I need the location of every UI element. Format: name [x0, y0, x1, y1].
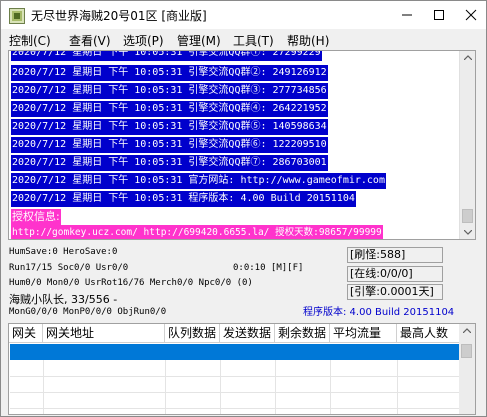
- maximize-button[interactable]: [423, 1, 455, 29]
- program-version: 程序版本: 4.00 Build 20151104: [303, 307, 455, 318]
- status-run: Run17/15 Soc0/0 Usr0/0: [9, 263, 129, 273]
- grid-line: [397, 360, 398, 414]
- scroll-thumb[interactable]: [462, 209, 473, 223]
- app-icon[interactable]: [9, 8, 25, 24]
- menu-options[interactable]: 选项(P): [123, 32, 164, 49]
- status-hum: Hum0/0 Mon0/0 UsrRot16/76 Merch0/0 Npc0/…: [9, 278, 253, 288]
- scroll-up-icon[interactable]: [464, 55, 472, 60]
- auth-info-title: 授权信息:: [11, 209, 61, 225]
- col-queue-data[interactable]: 队列数据: [165, 324, 220, 343]
- scroll-down-icon[interactable]: [464, 230, 472, 235]
- close-icon: [465, 9, 477, 21]
- menu-manage[interactable]: 管理(M): [177, 32, 221, 49]
- scroll-up-icon[interactable]: [463, 328, 471, 333]
- col-avg-flow[interactable]: 平均流量: [330, 324, 397, 343]
- col-send-data[interactable]: 发送数据: [220, 324, 275, 343]
- window-title: 无尽世界海贼20号01区 [商业版]: [31, 9, 207, 23]
- log-pane[interactable]: 2020/7/12 星期日 下午 10:05:31 引擎交流QQ群①: 2729…: [8, 50, 476, 240]
- log-line: 2020/7/12 星期日 下午 10:05:31 引擎交流QQ群⑥: 1222…: [11, 137, 328, 153]
- log-line: 2020/7/12 星期日 下午 10:05:31 引擎交流QQ群③: 2777…: [11, 83, 328, 99]
- menu-bar: 控制(C) 查看(V) 选项(P) 管理(M) 工具(T) 帮助(H): [1, 29, 486, 50]
- status-monster: 海贼小队长, 33/556 -: [9, 293, 118, 306]
- maximize-icon: [434, 10, 444, 20]
- minimize-icon: [402, 14, 412, 16]
- grid-line: [275, 360, 276, 414]
- grid-line: [43, 360, 44, 414]
- log-scrollbar[interactable]: [459, 51, 475, 239]
- scroll-thumb[interactable]: [461, 344, 472, 358]
- log-line: 2020/7/12 星期日 下午 10:05:31 程序版本: 4.00 Bui…: [11, 191, 356, 207]
- title-bar[interactable]: 无尽世界海贼20号01区 [商业版]: [1, 1, 486, 29]
- col-gateway[interactable]: 网关: [9, 324, 43, 343]
- menu-view[interactable]: 查看(V): [69, 32, 111, 49]
- refresh-box: [刷怪:588]: [347, 247, 443, 263]
- log-line: 2020/7/12 星期日 下午 10:05:31 引擎交流QQ群⑦: 2867…: [11, 155, 328, 171]
- col-remain-data[interactable]: 剩余数据: [275, 324, 330, 343]
- close-button[interactable]: [455, 1, 487, 29]
- menu-help[interactable]: 帮助(H): [287, 32, 329, 49]
- table-row-selected[interactable]: [10, 344, 460, 360]
- status-save: HumSave:0 HeroSave:0: [9, 247, 118, 257]
- menu-tools[interactable]: 工具(T): [233, 32, 274, 49]
- log-line: 2020/7/12 星期日 下午 10:05:31 引擎交流QQ群①: 2729…: [11, 51, 322, 61]
- log-line: 2020/7/12 星期日 下午 10:05:31 引擎交流QQ群②: 2491…: [11, 65, 328, 81]
- status-mong: MonG0/0/0 MonP0/0/0 ObjRun0/0: [9, 307, 167, 317]
- log-line: 2020/7/12 星期日 下午 10:05:31 引擎交流QQ群⑤: 1405…: [11, 119, 328, 135]
- col-max-users[interactable]: 最高人数: [397, 324, 461, 343]
- engine-box: [引擎:0.0001天]: [347, 284, 443, 300]
- grid-line: [165, 360, 166, 414]
- log-line: 2020/7/12 星期日 下午 10:05:31 引擎交流QQ群④: 2642…: [11, 101, 328, 117]
- online-box: [在线:0/0/0]: [347, 266, 443, 282]
- gateway-header: 网关 网关地址 队列数据 发送数据 剩余数据 平均流量 最高人数: [9, 324, 475, 343]
- col-gateway-address[interactable]: 网关地址: [43, 324, 165, 343]
- auth-info-line: http://gomkey.ucz.com/ http://699420.665…: [11, 225, 383, 239]
- status-timer: 0:0:10 [M][F]: [233, 263, 304, 273]
- grid-line: [10, 392, 460, 393]
- grid-line: [220, 360, 221, 414]
- grid-line: [10, 376, 460, 377]
- gateway-table[interactable]: 网关 网关地址 队列数据 发送数据 剩余数据 平均流量 最高人数: [8, 323, 476, 415]
- main-window: 无尽世界海贼20号01区 [商业版] 控制(C) 查看(V) 选项(P) 管理(…: [0, 0, 487, 417]
- menu-control[interactable]: 控制(C): [9, 32, 51, 49]
- grid-line: [10, 408, 460, 409]
- gateway-scrollbar[interactable]: [459, 324, 475, 414]
- minimize-button[interactable]: [391, 1, 423, 29]
- log-line: 2020/7/12 星期日 下午 10:05:31 官方网站: http://w…: [11, 173, 386, 189]
- grid-line: [330, 360, 331, 414]
